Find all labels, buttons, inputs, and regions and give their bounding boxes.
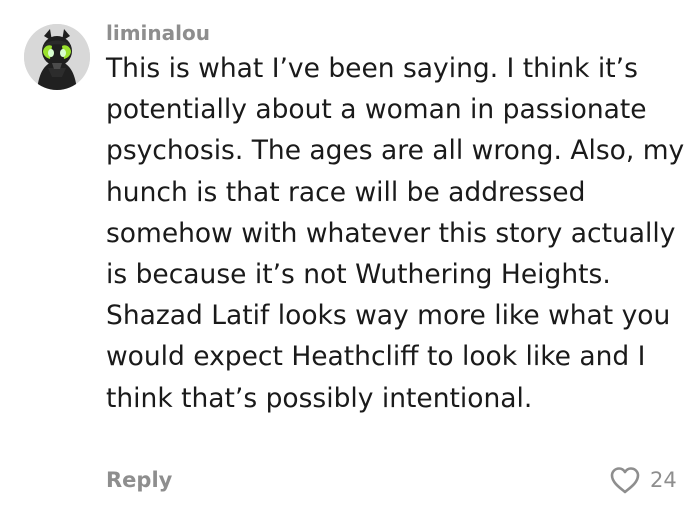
like-button[interactable]: 24: [608, 463, 688, 497]
comment-card: liminalou This is what I’ve been saying.…: [0, 0, 700, 512]
username[interactable]: liminalou: [106, 20, 210, 46]
reply-button[interactable]: Reply: [106, 466, 172, 494]
like-count: 24: [650, 468, 677, 492]
heart-outline-icon[interactable]: [608, 464, 642, 496]
comment-text: This is what I’ve been saying. I think i…: [106, 53, 685, 414]
avatar-anime-character-icon: [24, 24, 90, 90]
avatar[interactable]: [24, 24, 90, 90]
